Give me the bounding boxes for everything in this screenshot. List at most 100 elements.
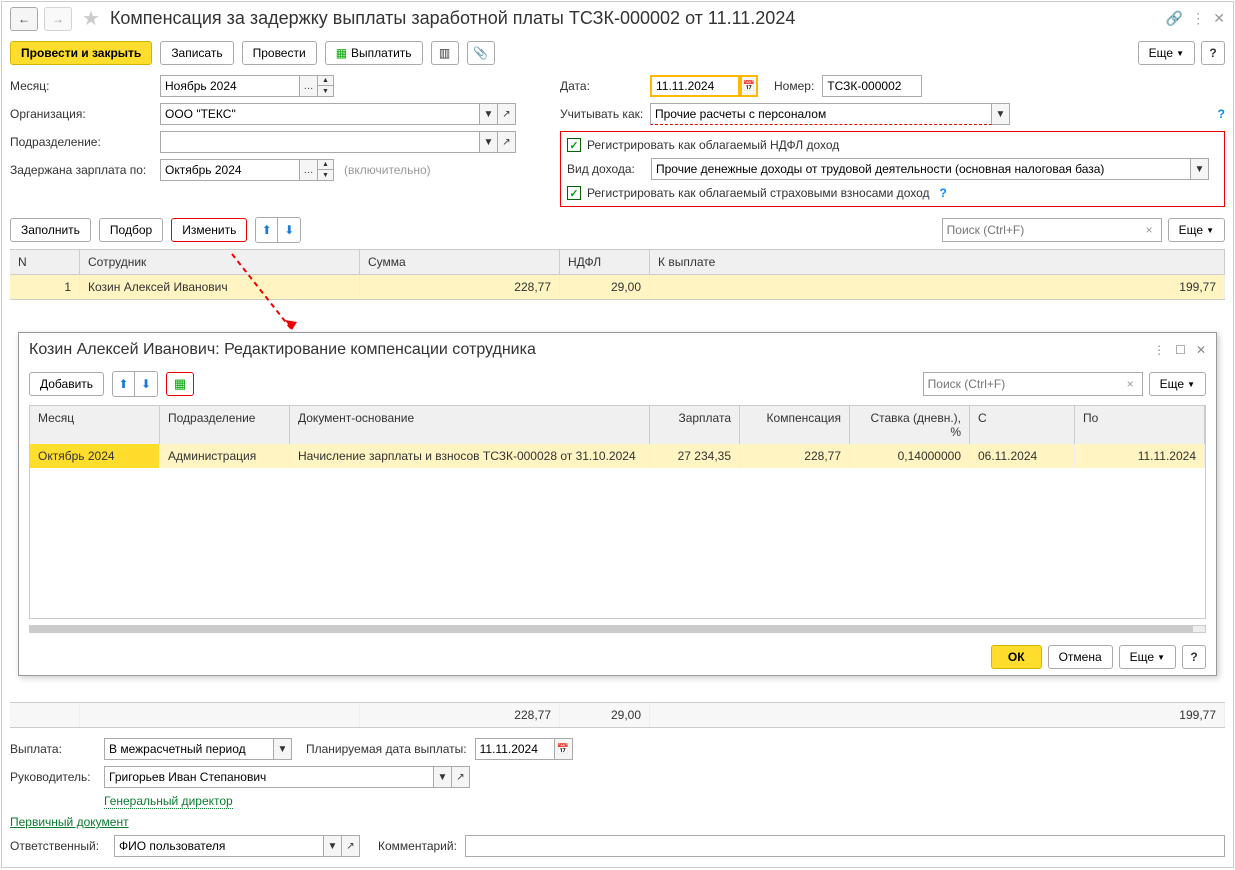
dept-label: Подразделение: (10, 135, 156, 149)
th-ndfl: НДФЛ (560, 250, 650, 274)
delayed-picker[interactable]: … (300, 159, 318, 181)
main-toolbar: Провести и закрыть Записать Провести ▦ В… (2, 35, 1233, 71)
popup-footer-more[interactable]: Еще ▼ (1119, 645, 1176, 669)
org-dropdown[interactable]: ▼ (480, 103, 498, 125)
nav-forward[interactable]: → (44, 7, 72, 31)
attach-icon-button[interactable]: 📎 (467, 41, 495, 65)
responsible-open[interactable]: ↗ (342, 835, 360, 857)
dept-dropdown[interactable]: ▼ (480, 131, 498, 153)
account-as-help[interactable]: ? (1218, 107, 1225, 121)
move-down-button[interactable]: ⬇ (278, 218, 300, 242)
search-box[interactable]: × (942, 218, 1162, 242)
insurance-help[interactable]: ? (940, 186, 947, 200)
popup-move-down[interactable]: ⬇ (135, 372, 157, 396)
payment-dropdown[interactable]: ▼ (274, 738, 292, 760)
manager-open[interactable]: ↗ (452, 766, 470, 788)
responsible-dropdown[interactable]: ▼ (324, 835, 342, 857)
responsible-label: Ответственный: (10, 839, 110, 853)
month-picker-button[interactable]: … (300, 75, 318, 97)
income-type-label: Вид дохода: (567, 162, 647, 176)
star-icon[interactable]: ★ (82, 6, 100, 31)
save-button[interactable]: Записать (160, 41, 233, 65)
table-more-button[interactable]: Еще ▼ (1168, 218, 1225, 242)
delayed-input[interactable] (160, 159, 300, 181)
manager-dropdown[interactable]: ▼ (434, 766, 452, 788)
month-down[interactable]: ▼ (318, 86, 334, 97)
titlebar: ← → ★ Компенсация за задержку выплаты за… (2, 2, 1233, 35)
manager-position-link[interactable]: Генеральный директор (104, 794, 233, 809)
dept-input[interactable] (160, 131, 480, 153)
org-open[interactable]: ↗ (498, 103, 516, 125)
popup-maximize-icon[interactable]: ☐ (1175, 343, 1186, 357)
report-icon-button[interactable]: ▥ (431, 41, 459, 65)
month-label: Месяц: (10, 79, 156, 93)
manager-input[interactable] (104, 766, 434, 788)
insurance-checkbox[interactable]: ✓ (567, 186, 581, 200)
comment-input[interactable] (465, 835, 1225, 857)
ndfl-label: Регистрировать как облагаемый НДФЛ доход (587, 138, 839, 152)
popup-search-box[interactable]: × (923, 372, 1143, 396)
search-input[interactable] (947, 223, 1142, 237)
popup-search-input[interactable] (928, 377, 1123, 391)
nav-back[interactable]: ← (10, 7, 38, 31)
post-close-button[interactable]: Провести и закрыть (10, 41, 152, 65)
manager-label: Руководитель: (10, 770, 100, 784)
month-input[interactable] (160, 75, 300, 97)
close-icon[interactable]: ✕ (1213, 10, 1225, 27)
table-row[interactable]: 1 Козин Алексей Иванович 228,77 29,00 19… (10, 275, 1225, 299)
income-type-input[interactable] (651, 158, 1191, 180)
org-label: Организация: (10, 107, 156, 121)
popup-more-button[interactable]: Еще ▼ (1149, 372, 1206, 396)
primary-doc-link[interactable]: Первичный документ (10, 815, 129, 829)
popup-search-clear[interactable]: × (1123, 377, 1138, 391)
date-input[interactable] (650, 75, 740, 97)
pick-button[interactable]: Подбор (99, 218, 163, 242)
account-as-label: Учитывать как: (560, 107, 646, 121)
responsible-input[interactable] (114, 835, 324, 857)
popup-kebab-icon[interactable]: ⋮ (1153, 343, 1165, 357)
popup-close-icon[interactable]: ✕ (1196, 343, 1206, 357)
month-up[interactable]: ▲ (318, 75, 334, 86)
link-icon[interactable]: 🔗 (1166, 10, 1183, 27)
planned-date-input[interactable] (475, 738, 555, 760)
help-button[interactable]: ? (1201, 41, 1225, 65)
payment-input[interactable] (104, 738, 274, 760)
delayed-down[interactable]: ▼ (318, 170, 334, 181)
th-emp: Сотрудник (80, 250, 360, 274)
popup-hscroll[interactable] (29, 625, 1206, 633)
dept-open[interactable]: ↗ (498, 131, 516, 153)
edit-popup: Козин Алексей Иванович: Редактирование к… (18, 332, 1217, 676)
more-button[interactable]: Еще ▼ (1138, 41, 1195, 65)
post-button[interactable]: Провести (242, 41, 317, 65)
totals-row: 228,77 29,00 199,77 (10, 702, 1225, 728)
payment-label: Выплата: (10, 742, 100, 756)
account-as-dropdown[interactable]: ▼ (992, 103, 1010, 125)
kebab-icon[interactable]: ⋮ (1191, 10, 1205, 27)
pay-button[interactable]: ▦ Выплатить (325, 41, 423, 65)
org-input[interactable] (160, 103, 480, 125)
popup-table-row[interactable]: Октябрь 2024 Администрация Начисление за… (30, 444, 1205, 468)
change-button[interactable]: Изменить (171, 218, 247, 242)
date-calendar[interactable]: 📅 (740, 75, 758, 97)
move-up-button[interactable]: ⬆ (256, 218, 278, 242)
popup-ok-button[interactable]: ОК (991, 645, 1042, 669)
date-label: Дата: (560, 79, 646, 93)
popup-add-button[interactable]: Добавить (29, 372, 104, 396)
ndfl-checkbox[interactable]: ✓ (567, 138, 581, 152)
th-payout: К выплате (650, 250, 1225, 274)
employees-table: N Сотрудник Сумма НДФЛ К выплате 1 Козин… (10, 249, 1225, 300)
popup-table-icon-button[interactable]: ▦ (166, 372, 194, 396)
account-as-input[interactable] (650, 103, 992, 125)
delayed-up[interactable]: ▲ (318, 159, 334, 170)
planned-date-label: Планируемая дата выплаты: (306, 742, 467, 756)
th-sum: Сумма (360, 250, 560, 274)
number-input[interactable] (822, 75, 922, 97)
fill-button[interactable]: Заполнить (10, 218, 91, 242)
popup-help-button[interactable]: ? (1182, 645, 1206, 669)
search-clear[interactable]: × (1142, 223, 1157, 237)
income-type-dropdown[interactable]: ▼ (1191, 158, 1209, 180)
inclusive-hint: (включительно) (344, 163, 431, 177)
popup-move-up[interactable]: ⬆ (113, 372, 135, 396)
popup-cancel-button[interactable]: Отмена (1048, 645, 1113, 669)
planned-date-calendar[interactable]: 📅 (555, 738, 573, 760)
